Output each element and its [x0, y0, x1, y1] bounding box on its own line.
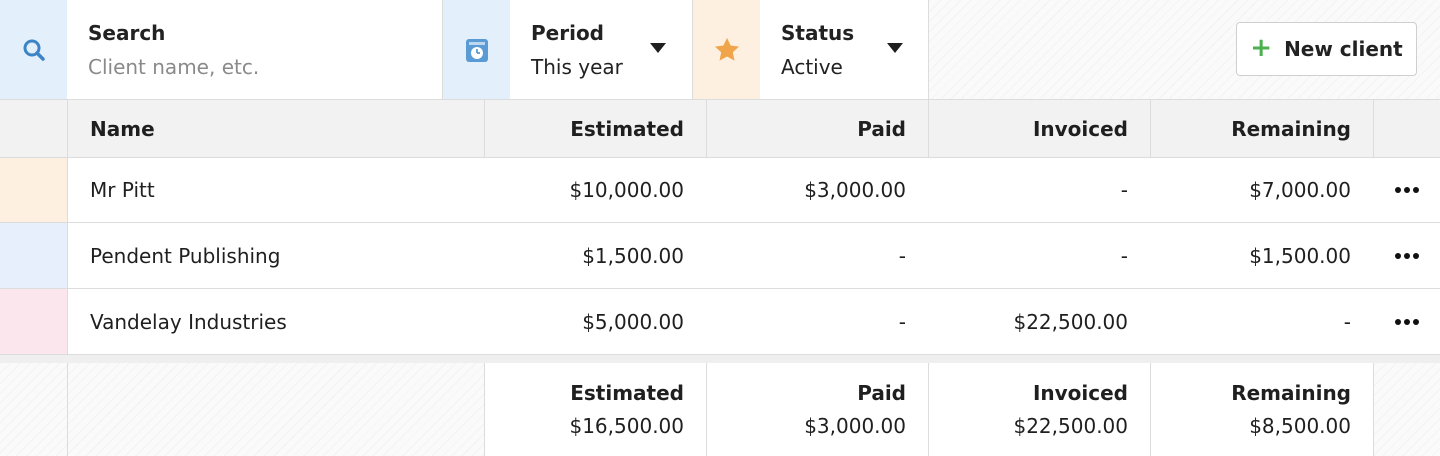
header-remaining[interactable]: Remaining	[1151, 100, 1373, 157]
estimated-value: $1,500.00	[582, 243, 684, 268]
period-label: Period	[531, 21, 604, 45]
plus-icon: +	[1250, 33, 1273, 63]
total-paid-value: $3,000.00	[804, 414, 906, 438]
chevron-down-icon[interactable]	[887, 43, 903, 53]
new-client-button[interactable]: + New client	[1236, 22, 1417, 76]
total-remaining: Remaining $8,500.00	[1151, 363, 1373, 456]
header-estimated[interactable]: Estimated	[485, 100, 706, 157]
search-filter[interactable]: Search Client name, etc.	[67, 0, 443, 99]
search-input[interactable]: Client name, etc.	[88, 55, 259, 79]
header-name[interactable]: Name	[68, 100, 484, 157]
invoiced-value: -	[1120, 178, 1128, 202]
total-invoiced: Invoiced $22,500.00	[929, 363, 1150, 456]
estimated-value: $10,000.00	[569, 178, 684, 202]
period-value: This year	[531, 55, 623, 79]
column-divider	[1373, 100, 1374, 157]
total-remaining-value: $8,500.00	[1249, 414, 1351, 438]
calendar-clock-icon	[443, 0, 510, 99]
total-invoiced-label: Invoiced	[1032, 381, 1128, 405]
more-horizontal-icon[interactable]	[1374, 289, 1440, 354]
table-row[interactable]: Mr Pitt $10,000.00 $3,000.00 - $7,000.00	[0, 158, 1440, 223]
table-row[interactable]: Vandelay Industries $5,000.00 - $22,500.…	[0, 289, 1440, 355]
status-filter[interactable]: Status Active	[760, 0, 928, 99]
estimated-value: $5,000.00	[582, 309, 684, 334]
search-icon[interactable]	[0, 0, 67, 99]
client-color-swatch	[0, 158, 67, 222]
divider	[928, 0, 929, 99]
new-client-label: New client	[1284, 37, 1403, 61]
column-divider	[1150, 363, 1151, 456]
column-divider	[1373, 363, 1374, 456]
paid-value: -	[898, 243, 906, 268]
totals-row: Estimated $16,500.00 Paid $3,000.00 Invo…	[0, 355, 1440, 456]
client-name[interactable]: Mr Pitt	[68, 158, 484, 222]
paid-value: -	[898, 309, 906, 334]
more-horizontal-icon[interactable]	[1374, 223, 1440, 288]
period-filter[interactable]: Period This year	[510, 0, 692, 99]
total-estimated-value: $16,500.00	[569, 414, 684, 438]
search-label: Search	[88, 21, 166, 45]
client-name[interactable]: Vandelay Industries	[68, 289, 484, 354]
status-label: Status	[781, 21, 855, 45]
column-divider	[706, 363, 707, 456]
paid-value: $3,000.00	[804, 178, 906, 202]
filter-toolbar: Search Client name, etc. Period This yea…	[0, 0, 1440, 100]
star-icon	[693, 0, 760, 99]
table-row[interactable]: Pendent Publishing $1,500.00 - - $1,500.…	[0, 223, 1440, 289]
client-color-swatch	[0, 289, 67, 354]
invoiced-value: -	[1120, 243, 1128, 268]
column-divider	[67, 363, 68, 456]
column-divider	[928, 363, 929, 456]
total-paid-label: Paid	[857, 381, 906, 405]
total-estimated-label: Estimated	[570, 381, 684, 405]
remaining-value: $7,000.00	[1249, 178, 1351, 202]
chevron-down-icon[interactable]	[650, 43, 666, 53]
client-color-swatch	[0, 223, 67, 288]
invoiced-value: $22,500.00	[1013, 309, 1128, 334]
status-value: Active	[781, 55, 843, 79]
table-header: Name Estimated Paid Invoiced Remaining	[0, 100, 1440, 158]
header-paid[interactable]: Paid	[707, 100, 928, 157]
more-horizontal-icon[interactable]	[1374, 158, 1440, 222]
total-remaining-label: Remaining	[1231, 381, 1351, 405]
remaining-value: -	[1343, 309, 1351, 334]
column-divider	[484, 363, 485, 456]
total-estimated: Estimated $16,500.00	[485, 363, 706, 456]
total-paid: Paid $3,000.00	[707, 363, 928, 456]
header-invoiced[interactable]: Invoiced	[929, 100, 1150, 157]
total-invoiced-value: $22,500.00	[1013, 414, 1128, 438]
remaining-value: $1,500.00	[1249, 243, 1351, 268]
client-name[interactable]: Pendent Publishing	[68, 223, 484, 288]
